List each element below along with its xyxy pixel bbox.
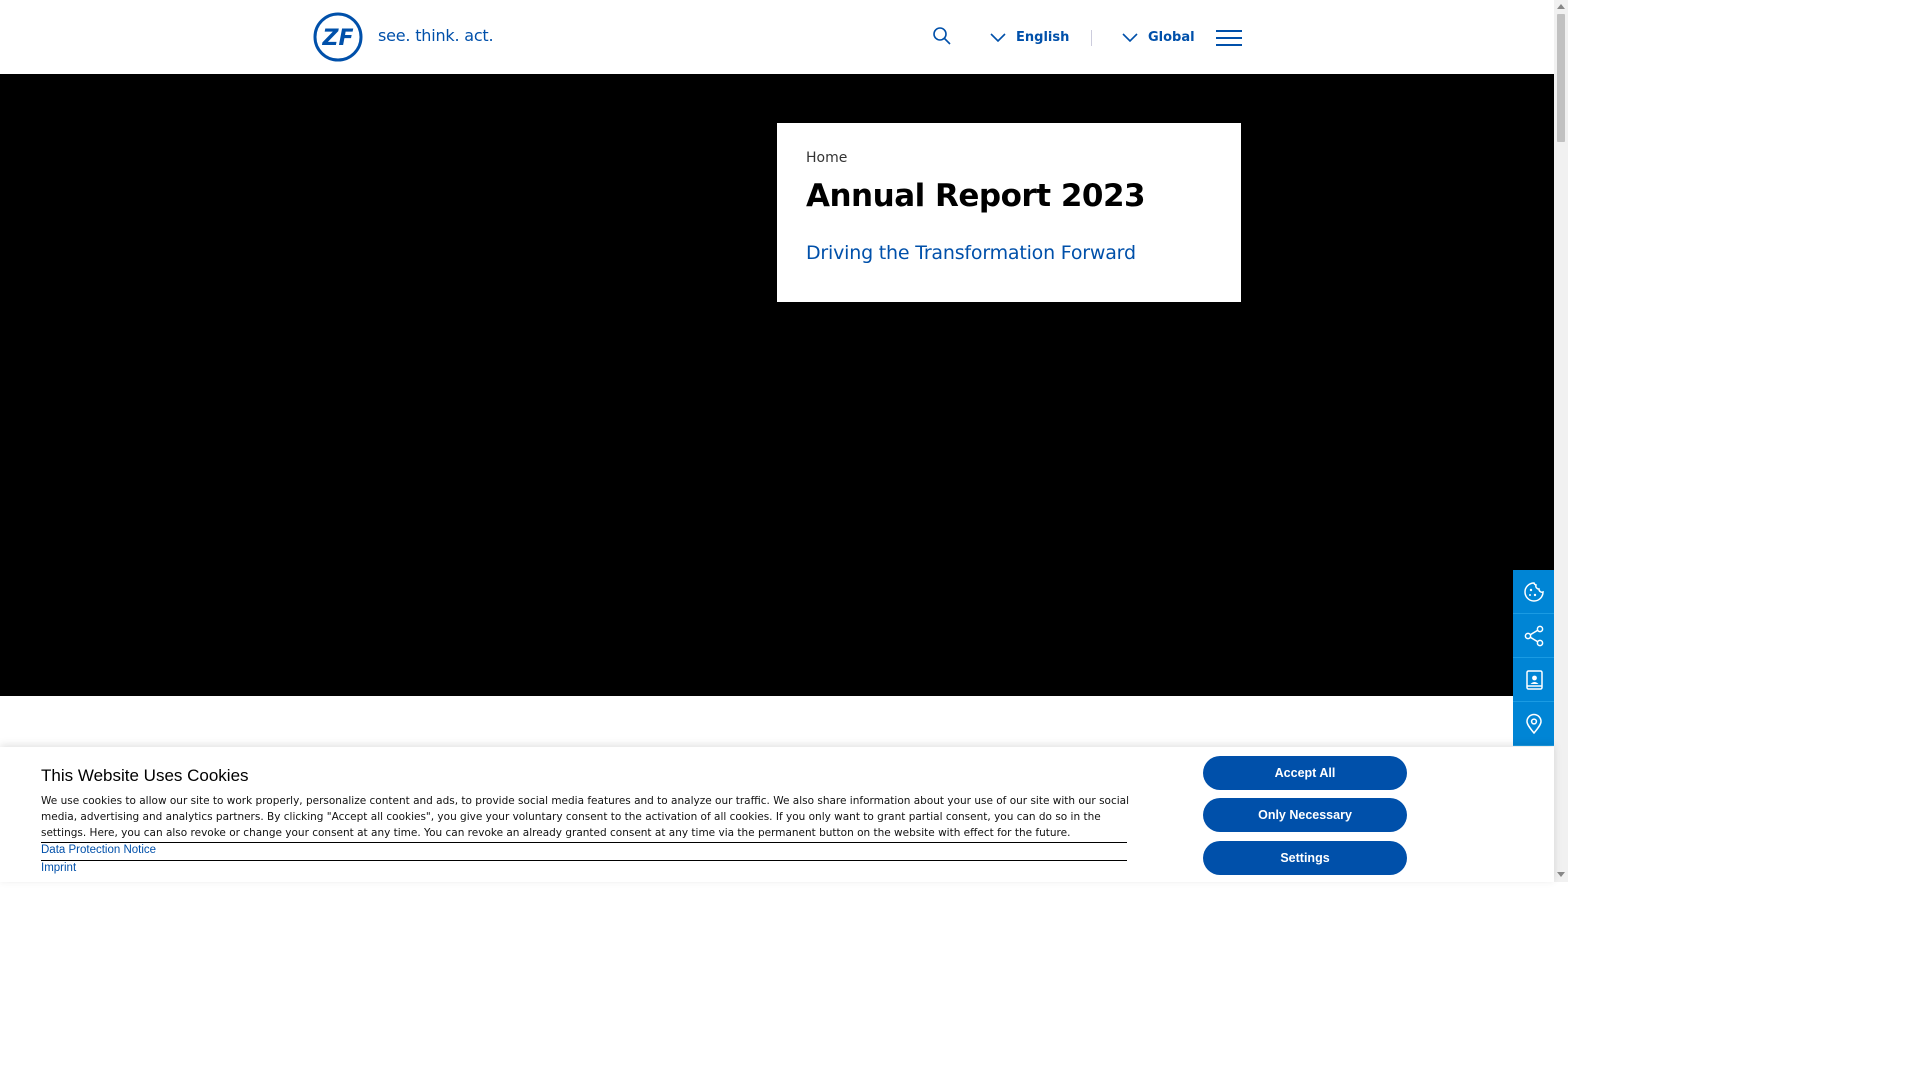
page-scrollbar[interactable]	[1554, 0, 1568, 882]
hero-card: Home Annual Report 2023 Driving the Tran…	[777, 123, 1241, 302]
location-pin-icon	[1525, 713, 1542, 734]
cookie-banner-title: This Website Uses Cookies	[41, 766, 249, 785]
chevron-down-icon	[990, 33, 1006, 42]
svg-text:ZF: ZF	[322, 26, 354, 51]
site-header: ZF see. think. act. English Global	[0, 0, 1554, 74]
language-label: English	[1016, 29, 1070, 45]
divider	[41, 842, 1127, 843]
zf-logo[interactable]: ZF	[313, 12, 363, 62]
share-button[interactable]	[1513, 614, 1554, 658]
hero-section: Home Annual Report 2023 Driving the Tran…	[0, 74, 1554, 696]
breadcrumb-home[interactable]: Home	[806, 150, 847, 166]
page-subtitle: Driving the Transformation Forward	[806, 242, 1136, 264]
accept-all-button[interactable]: Accept All	[1203, 756, 1407, 790]
page-title: Annual Report 2023	[806, 178, 1146, 214]
scroll-up-arrow[interactable]	[1557, 4, 1565, 9]
cookie-settings-button[interactable]	[1513, 570, 1554, 614]
settings-button[interactable]: Settings	[1203, 841, 1407, 875]
region-selector[interactable]: Global	[1122, 26, 1195, 48]
share-icon	[1524, 625, 1543, 646]
language-selector[interactable]: English	[990, 26, 1069, 48]
header-divider	[1091, 30, 1092, 46]
tagline: see. think. act.	[378, 26, 494, 45]
contact-button[interactable]	[1513, 658, 1554, 702]
only-necessary-button[interactable]: Only Necessary	[1203, 798, 1407, 832]
contact-book-icon	[1525, 669, 1543, 690]
imprint-link[interactable]: Imprint	[41, 862, 76, 874]
data-protection-link[interactable]: Data Protection Notice	[41, 844, 156, 856]
scroll-down-arrow[interactable]	[1557, 872, 1565, 877]
divider	[41, 860, 1127, 861]
cookie-icon	[1523, 581, 1544, 602]
chevron-down-icon	[1122, 33, 1138, 42]
cookie-banner-text: We use cookies to allow our site to work…	[41, 795, 1130, 839]
search-icon[interactable]	[932, 26, 952, 46]
cookie-banner: This Website Uses Cookies We use cookies…	[0, 747, 1554, 882]
location-button[interactable]	[1513, 702, 1554, 746]
region-label: Global	[1148, 29, 1195, 45]
menu-icon[interactable]	[1216, 30, 1242, 46]
side-action-bar	[1513, 570, 1554, 746]
scrollbar-thumb[interactable]	[1557, 14, 1565, 142]
